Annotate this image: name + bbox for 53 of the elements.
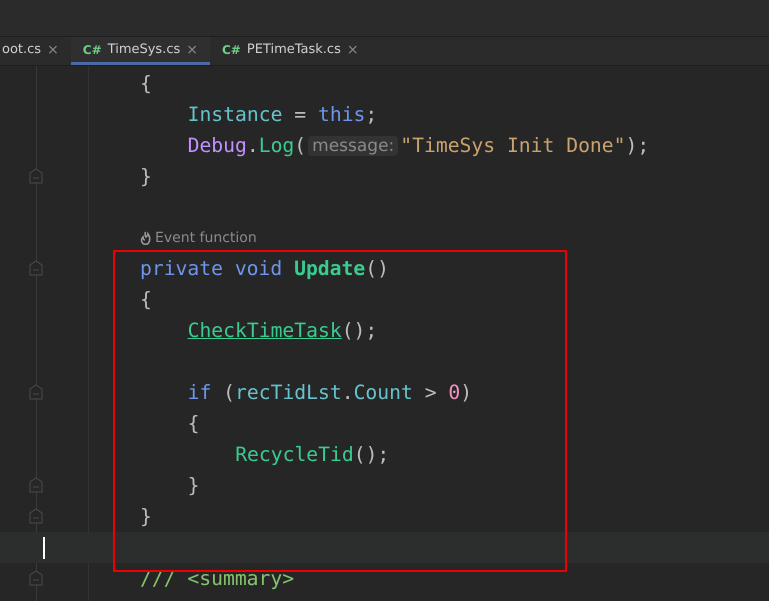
code-token: Count [354,381,413,404]
code-token: ( [222,381,236,404]
code-token: > [424,381,438,404]
close-icon[interactable]: × [47,42,59,58]
text-caret [43,537,45,559]
tab-label: TimeSys.cs [108,42,180,57]
parameter-hint: message: [308,136,398,156]
code-token: { [140,72,152,95]
code-token: . [246,134,259,157]
code-token: (); [342,319,378,342]
code-token: Debug [188,134,247,157]
keyword-token: private void [140,257,282,280]
csharp-file-icon: C# [222,42,241,56]
code-token: ; [365,103,378,126]
fold-marker-icon[interactable] [29,570,43,586]
fold-marker-icon[interactable] [29,508,43,524]
keyword-token: if [188,381,212,404]
code-token: = [293,103,308,126]
code-token: RecycleTid [235,443,354,466]
code-token: (); [354,443,390,466]
editor-tab[interactable]: C# PETimeTask.cs × [210,37,371,65]
keyword-token: this [318,103,366,126]
tab-label: PETimeTask.cs [246,42,341,57]
code-token: Log [258,134,294,157]
code-token: () [365,257,389,280]
code-vision-hint[interactable]: Event function [155,230,257,246]
code-token: 0 [448,381,460,404]
code-token: Instance [188,103,282,126]
code-token: } [140,165,152,188]
fold-marker-icon[interactable] [29,384,43,400]
code-token: { [188,412,200,435]
code-token: ); [626,134,650,157]
string-token: "TimeSys Init Done" [400,134,626,157]
close-icon[interactable]: × [346,42,359,58]
tab-label: oot.cs [2,42,42,57]
code-link[interactable]: CheckTimeTask [188,319,342,342]
code-token: recTidLst [235,381,342,404]
fold-marker-icon[interactable] [29,477,43,493]
editor-tab[interactable]: oot.cs × [0,37,71,65]
fold-marker-icon[interactable] [29,260,43,276]
code-token: ) [460,381,472,404]
csharp-file-icon: C# [82,42,102,56]
code-token: . [342,381,354,404]
flame-icon [140,230,151,246]
code-token: ( [294,134,306,157]
close-icon[interactable]: × [186,42,198,58]
code-token: } [188,474,200,497]
fold-marker-icon[interactable] [29,168,43,184]
editor-tab[interactable]: C# TimeSys.cs × [70,37,210,65]
code-token: } [140,505,152,528]
code-token: Update [293,257,366,280]
code-token: { [140,288,152,311]
comment-token: <summary> [187,567,294,590]
